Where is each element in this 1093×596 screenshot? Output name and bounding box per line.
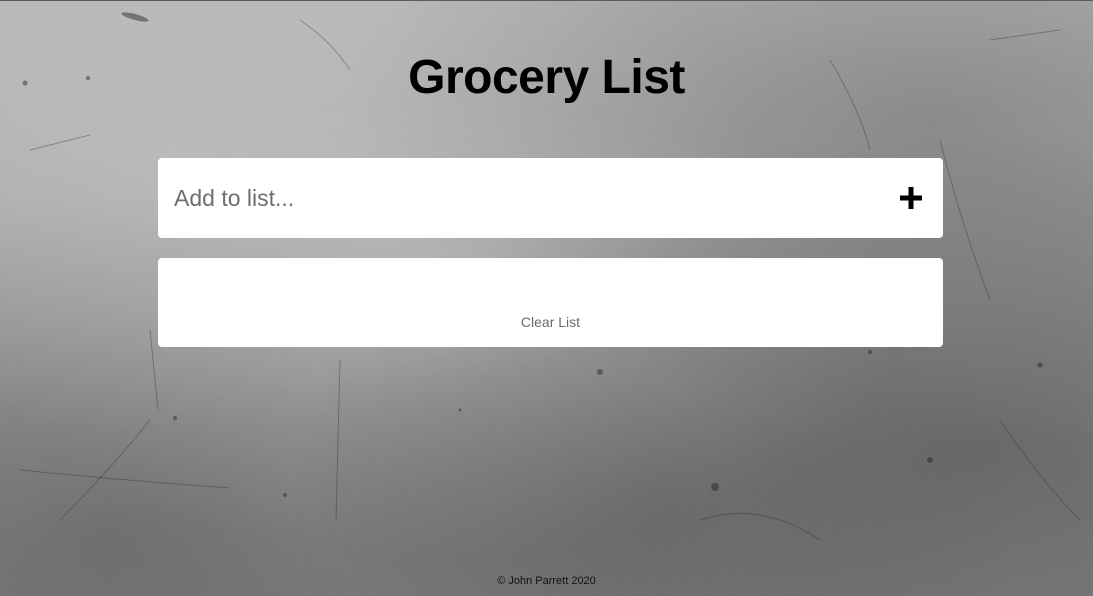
- clear-list-button[interactable]: Clear List: [158, 312, 943, 332]
- page-title: Grocery List: [408, 51, 685, 104]
- add-item-input[interactable]: [158, 158, 879, 238]
- add-item-button[interactable]: [879, 158, 943, 238]
- top-border: [0, 0, 1093, 1]
- add-item-form: [158, 158, 943, 238]
- plus-icon: [900, 187, 922, 209]
- grocery-items-list: [158, 258, 943, 308]
- grocery-list-panel: Clear List: [158, 258, 943, 347]
- footer-copyright: © John Parrett 2020: [497, 575, 596, 587]
